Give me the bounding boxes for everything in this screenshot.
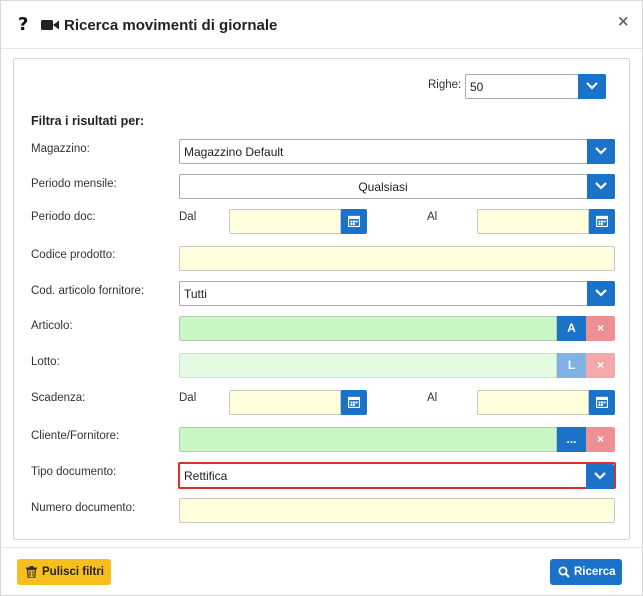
magazzino-value: Magazzino Default — [184, 145, 284, 159]
scadenza-from-input[interactable] — [229, 390, 341, 415]
periodo-mensile-select[interactable]: Qualsiasi — [179, 174, 615, 199]
periodo-doc-to-input[interactable] — [477, 209, 589, 234]
scadenza-from-label: Dal — [179, 392, 197, 404]
articolo-clear-button[interactable]: × — [586, 316, 615, 341]
scadenza-to-label: Al — [427, 392, 438, 404]
search-icon — [558, 566, 570, 578]
cliente-fornitore-input[interactable] — [179, 427, 557, 452]
periodo-doc-to-label: Al — [427, 211, 438, 223]
periodo-mensile-value: Qualsiasi — [358, 180, 408, 194]
periodo-mensile-label: Periodo mensile: — [31, 178, 117, 190]
periodo-doc-from-input[interactable] — [229, 209, 341, 234]
lotto-lookup-button[interactable]: L — [557, 353, 586, 378]
cliente-fornitore-label: Cliente/Fornitore: — [31, 430, 120, 442]
clear-filters-button[interactable]: Pulisci filtri — [17, 559, 111, 585]
rows-select[interactable]: 50 — [465, 74, 606, 99]
cod-articolo-fornitore-value: Tutti — [184, 287, 207, 301]
lotto-input[interactable] — [179, 353, 557, 378]
codice-prodotto-label: Codice prodotto: — [31, 249, 116, 261]
scadenza-to-input[interactable] — [477, 390, 589, 415]
search-dialog: ? Ricerca movimenti di giornale × Righe:… — [0, 0, 643, 596]
calendar-icon[interactable] — [589, 209, 615, 234]
periodo-doc-label: Periodo doc: — [31, 211, 96, 223]
calendar-icon[interactable] — [341, 390, 367, 415]
chevron-down-icon[interactable] — [587, 281, 615, 306]
magazzino-select[interactable]: Magazzino Default — [179, 139, 615, 164]
chevron-down-icon[interactable] — [587, 174, 615, 199]
dialog-title: Ricerca movimenti di giornale — [64, 17, 278, 34]
articolo-label: Articolo: — [31, 320, 73, 332]
chevron-down-icon[interactable] — [586, 464, 614, 489]
rows-label: Righe: — [428, 79, 462, 91]
search-button[interactable]: Ricerca — [550, 559, 622, 585]
cod-articolo-fornitore-label: Cod. articolo fornitore: — [31, 285, 145, 297]
articolo-lookup-button[interactable]: A — [557, 316, 586, 341]
rows-value: 50 — [470, 80, 484, 94]
help-icon[interactable]: ? — [18, 14, 28, 35]
close-icon[interactable]: × — [617, 12, 630, 30]
chevron-down-icon[interactable] — [587, 139, 615, 164]
chevron-down-icon[interactable] — [578, 74, 606, 99]
cliente-fornitore-lookup-button[interactable]: ... — [557, 427, 586, 452]
lotto-label: Lotto: — [31, 356, 60, 368]
video-icon[interactable] — [41, 19, 59, 31]
dialog-header: ? Ricerca movimenti di giornale × — [1, 1, 642, 49]
articolo-input[interactable] — [179, 316, 557, 341]
trash-icon — [26, 566, 37, 578]
scadenza-label: Scadenza: — [31, 392, 86, 404]
cod-articolo-fornitore-select[interactable]: Tutti — [179, 281, 615, 306]
filters-section-title: Filtra i risultati per: — [31, 114, 145, 128]
cliente-fornitore-clear-button[interactable]: × — [586, 427, 615, 452]
search-label: Ricerca — [574, 566, 616, 578]
tipo-documento-label: Tipo documento: — [31, 466, 117, 478]
numero-documento-input[interactable] — [179, 498, 615, 523]
clear-filters-label: Pulisci filtri — [42, 566, 104, 578]
calendar-icon[interactable] — [589, 390, 615, 415]
codice-prodotto-input[interactable] — [179, 246, 615, 271]
magazzino-label: Magazzino: — [31, 143, 90, 155]
tipo-documento-select[interactable]: Rettifica — [178, 462, 616, 489]
periodo-doc-from-label: Dal — [179, 211, 197, 223]
tipo-documento-value: Rettifica — [184, 469, 228, 483]
numero-documento-label: Numero documento: — [31, 502, 136, 514]
lotto-clear-button[interactable]: × — [586, 353, 615, 378]
calendar-icon[interactable] — [341, 209, 367, 234]
footer-divider — [1, 547, 642, 548]
